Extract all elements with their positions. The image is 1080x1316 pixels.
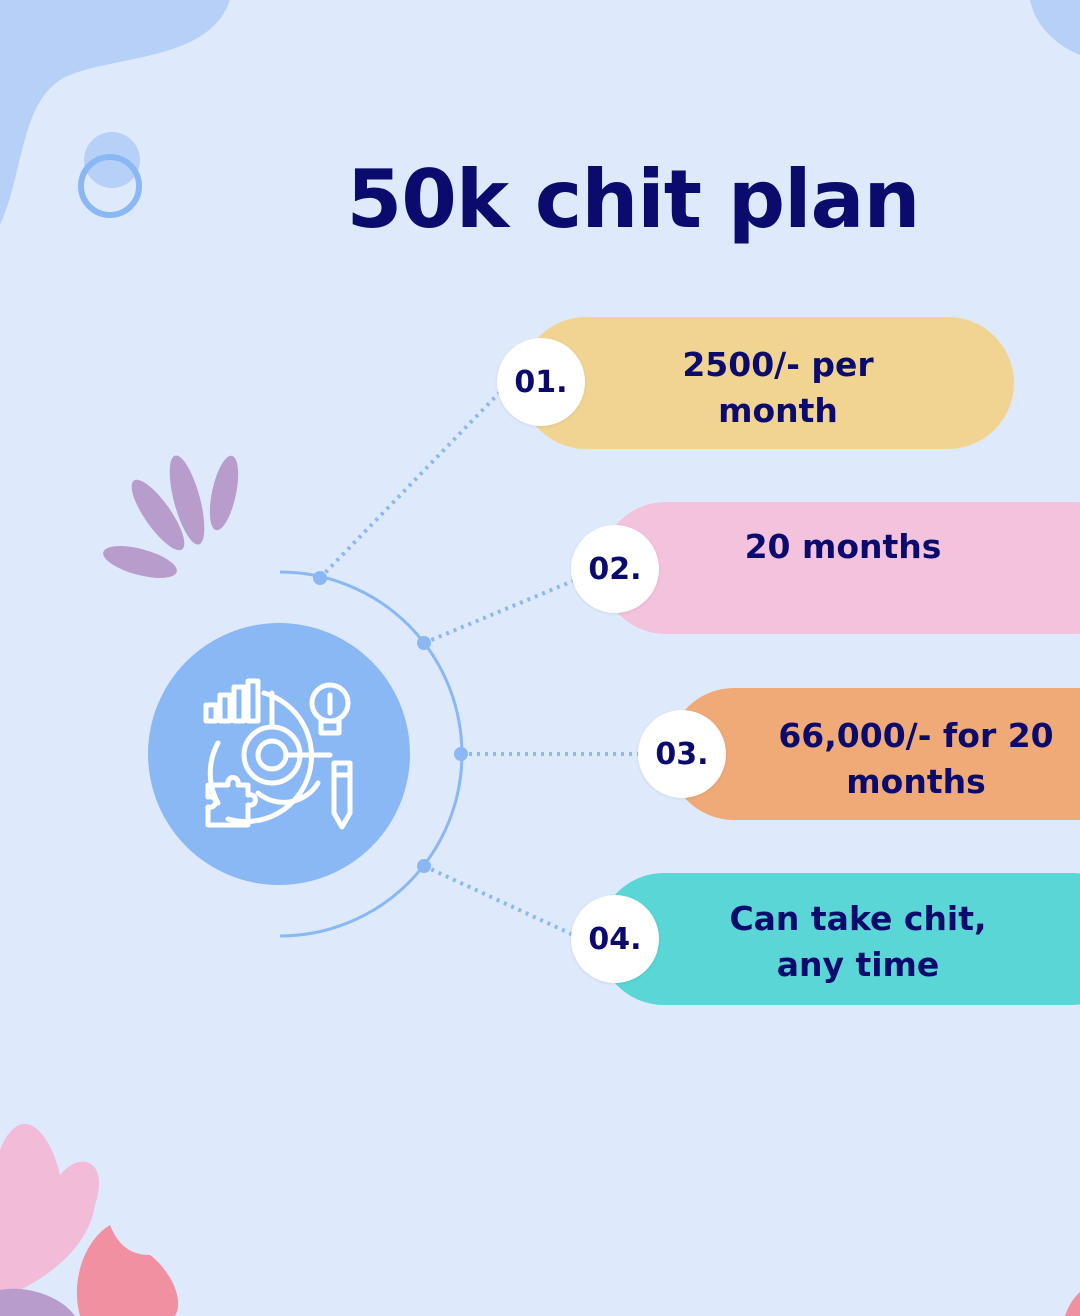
step-1-line-1: 2500/- per (682, 345, 874, 384)
infographic-page: 50k chit plan 2500/- per month 01. 20 mo… (0, 0, 1080, 1316)
hub-circle (148, 623, 410, 885)
strategy-planning-icon (203, 678, 353, 830)
step-3-line-2: months (846, 762, 986, 801)
step-1-text: 2500/- per month (600, 342, 956, 434)
step-3-line-1: 66,000/- for 20 (778, 716, 1054, 755)
step-1-line-2: month (718, 391, 838, 430)
step-3-number-badge: 03. (638, 710, 726, 798)
step-2-text: 20 months (680, 524, 1006, 570)
step-3-text: 66,000/- for 20 months (770, 713, 1062, 805)
step-4-number-badge: 04. (571, 895, 659, 983)
step-2-number-badge: 02. (571, 525, 659, 613)
step-4-text: Can take chit, any time (700, 896, 1016, 988)
step-4-line-2: any time (776, 945, 940, 984)
step-4-line-1: Can take chit, (729, 899, 987, 938)
step-1-number-badge: 01. (497, 338, 585, 426)
step-2-line-1: 20 months (744, 527, 942, 566)
